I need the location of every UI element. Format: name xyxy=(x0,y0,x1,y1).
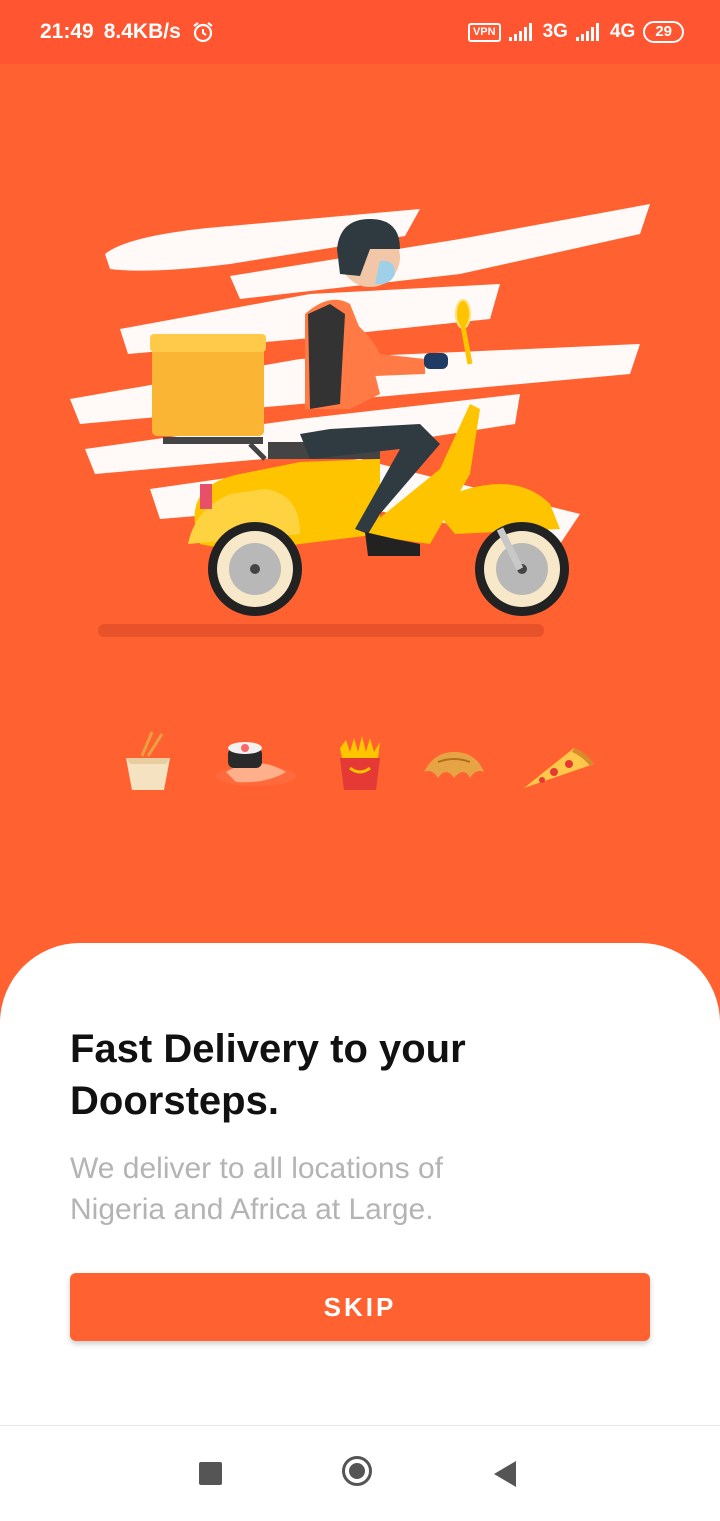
page-subtitle: We deliver to all locations of Nigeria a… xyxy=(70,1148,590,1230)
network-4g: 4G xyxy=(609,21,636,42)
front-wheel xyxy=(475,522,569,616)
vpn-badge: VPN xyxy=(467,22,501,42)
network-speed: 8.4KB/s xyxy=(103,20,181,43)
back-icon[interactable] xyxy=(494,1461,516,1487)
clock: 21:49 xyxy=(40,20,94,43)
page-title: Fast Delivery to your Doorsteps. xyxy=(70,1023,630,1127)
ground-shadow xyxy=(98,624,544,637)
noodle-box-icon xyxy=(126,731,170,790)
food-icons-row xyxy=(126,731,594,790)
subtitle-line: We deliver to all locations of xyxy=(70,1152,443,1185)
network-3g: 3G xyxy=(542,21,568,42)
signal-icon xyxy=(575,23,599,41)
fries-icon xyxy=(340,736,380,790)
title-line: Fast Delivery to your xyxy=(70,1027,466,1071)
hero-illustration xyxy=(0,64,720,944)
delivery-box xyxy=(150,334,267,461)
rear-wheel xyxy=(208,522,302,616)
sushi-icon xyxy=(216,742,296,786)
subtitle-line: Nigeria and Africa at Large. xyxy=(70,1193,434,1226)
status-right: VPN 3G 4G 29 xyxy=(467,21,684,43)
status-bar: 21:49 8.4KB/s VPN 3G 4G 29 xyxy=(0,0,720,64)
status-left: 21:49 8.4KB/s xyxy=(40,20,215,44)
battery-indicator: 29 xyxy=(643,21,684,43)
skip-button[interactable]: SKIP xyxy=(70,1273,650,1341)
title-line: Doorsteps. xyxy=(70,1079,279,1123)
alarm-icon xyxy=(193,22,213,43)
croissant-icon xyxy=(424,752,484,778)
delivery-illustration xyxy=(70,204,650,637)
home-icon[interactable] xyxy=(342,1456,372,1486)
signal-icon xyxy=(508,23,532,41)
navigation-bar xyxy=(0,1425,720,1521)
onboarding-card: Fast Delivery to your Doorsteps. We deli… xyxy=(0,943,720,1425)
pizza-slice-icon xyxy=(524,748,594,788)
recent-apps-icon[interactable] xyxy=(199,1462,222,1485)
